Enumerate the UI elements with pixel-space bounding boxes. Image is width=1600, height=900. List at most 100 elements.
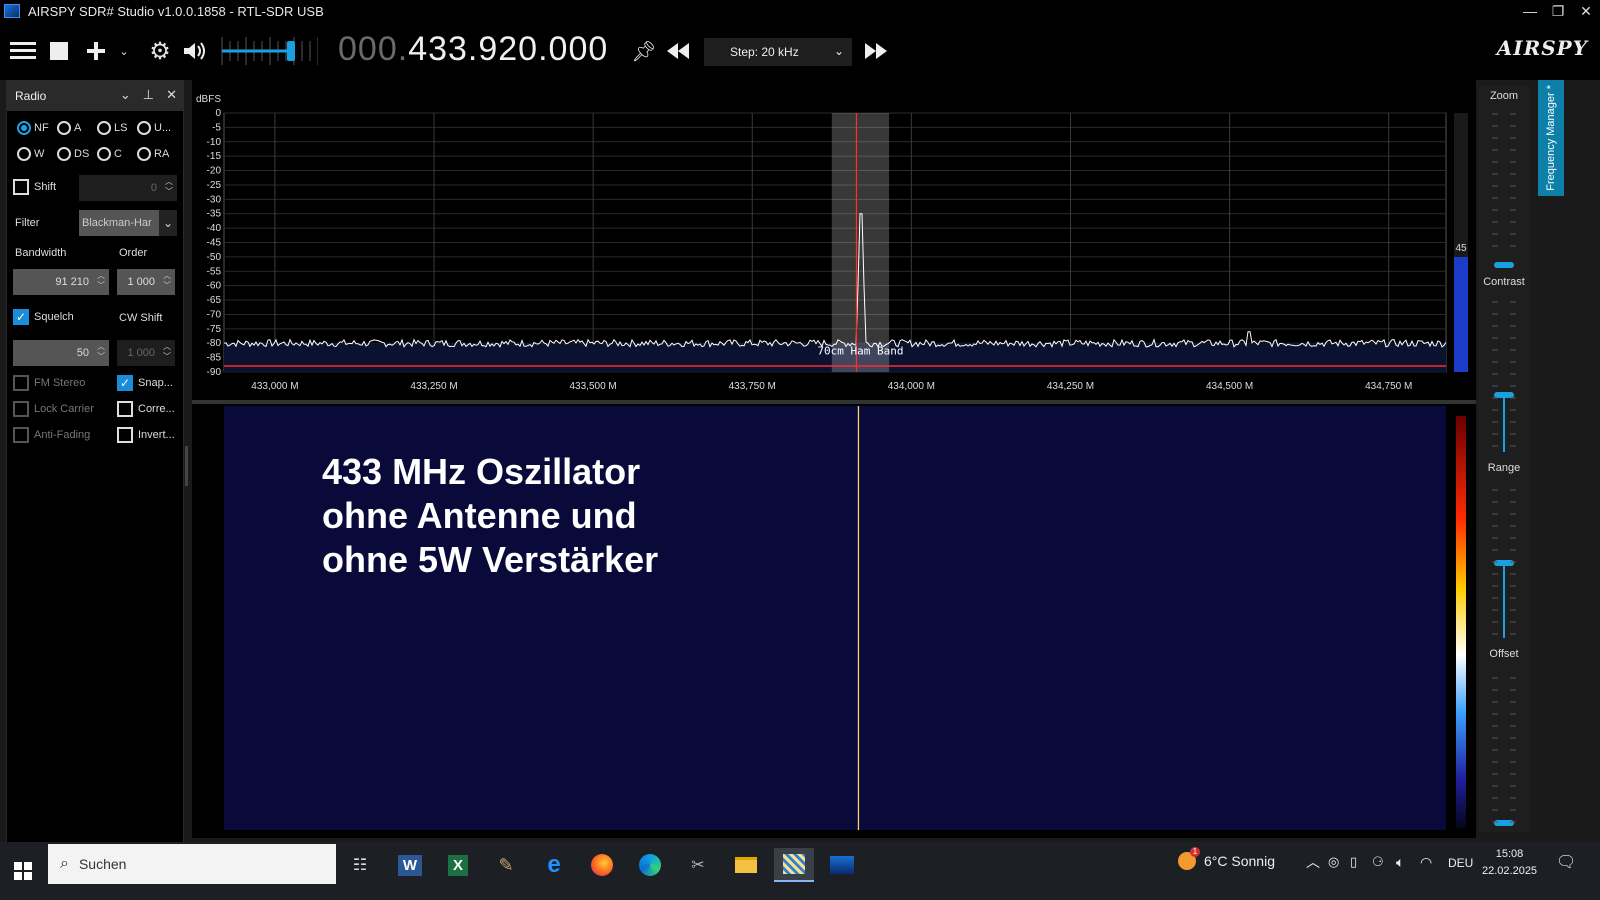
usb-icon[interactable]: ▯ (1350, 854, 1357, 870)
y-tick-label: -35 (207, 209, 222, 220)
panel-splitter[interactable] (185, 446, 188, 486)
spinner-arrows-icon: ︿ ﹀ (165, 177, 173, 196)
shift-input[interactable]: 0 ︿ ﹀ (79, 175, 177, 201)
annotation-line: ohne 5W Verstärker (322, 539, 659, 580)
x-tick-label: 433,000 M (251, 381, 298, 392)
checkbox-icon (117, 427, 133, 443)
add-dropdown-chevron-icon[interactable]: ⌄ (116, 22, 132, 80)
volume-slider[interactable] (218, 22, 318, 80)
hamburger-menu-icon[interactable] (8, 22, 38, 80)
airspy-taskbar-icon[interactable] (774, 848, 814, 882)
step-label: Step: 20 kHz (730, 45, 799, 59)
radio-panel-header: Radio ⌄ ⊥ ✕ (7, 81, 183, 111)
mode-usb[interactable]: U... (137, 121, 171, 135)
mode-lsb[interactable]: LS (97, 121, 127, 135)
language-indicator[interactable]: DEU (1448, 856, 1473, 870)
x-tick-label: 434,000 M (888, 381, 935, 392)
file-explorer-icon[interactable] (726, 848, 766, 882)
invert-checkbox[interactable]: Invert... (117, 427, 175, 443)
volume-icon[interactable]: 🔈︎ (1396, 854, 1404, 871)
order-input[interactable]: 1 000 ︿ ﹀ (117, 269, 175, 295)
squelch-checkbox[interactable]: ✓ Squelch (13, 309, 74, 325)
cw-shift-label: CW Shift (119, 312, 163, 324)
anti-fading-checkbox[interactable]: Anti-Fading (13, 427, 90, 443)
pin-icon[interactable]: ⊥ (143, 87, 154, 103)
chevron-down-icon: ⌄ (159, 210, 177, 236)
radio-button-icon (57, 147, 71, 161)
minimize-button[interactable]: — (1516, 0, 1544, 22)
clock-date: 22.02.2025 (1482, 865, 1538, 877)
spinner-arrows-icon: ︿ ﹀ (97, 342, 105, 361)
clock-time: 15:08 (1495, 848, 1524, 860)
search-placeholder: Suchen (78, 856, 127, 872)
correct-iq-checkbox[interactable]: Corre... (117, 401, 175, 417)
mode-raw[interactable]: RA (137, 147, 169, 161)
notification-icon[interactable]: 🗨︎ (1556, 852, 1576, 872)
checkmark-icon: ✓ (13, 309, 29, 325)
meet-now-icon[interactable]: ◎ (1328, 854, 1339, 870)
stop-icon[interactable] (46, 22, 72, 80)
spectrum-view[interactable]: 0 -5 -10 -15 -20 -25 -30 -35 -40 -45 -50 -55 -60 -65 -… (192, 80, 1476, 838)
taskbar-search[interactable]: ⌕ Suchen (48, 844, 336, 884)
excel-icon[interactable]: X (438, 848, 478, 882)
weather-widget[interactable]: 1 6°C Sonnig (1178, 847, 1275, 870)
y-tick-label: -70 (207, 309, 222, 320)
word-icon[interactable]: W (390, 848, 430, 882)
rewind-icon[interactable] (664, 22, 692, 80)
window-title: AIRSPY SDR# Studio v1.0.0.1858 - RTL-SDR… (28, 3, 324, 19)
add-icon[interactable] (84, 22, 108, 80)
chevron-up-icon[interactable]: ︿ (1306, 852, 1320, 872)
internet-explorer-icon[interactable]: e (534, 848, 574, 882)
snap-checkbox[interactable]: ✓ Snap... (117, 375, 173, 391)
close-button[interactable]: ✕ (1572, 0, 1600, 22)
fm-stereo-checkbox[interactable]: FM Stereo (13, 375, 85, 391)
frequency-display[interactable]: 000.433.920.000 (338, 30, 608, 69)
snipping-tool-icon[interactable]: ✂ (678, 848, 718, 882)
mode-nf[interactable]: NF (17, 121, 49, 135)
y-tick-label: -85 (207, 353, 222, 364)
chevron-down-icon: ⌄ (833, 44, 844, 58)
fast-forward-icon[interactable] (862, 22, 890, 80)
volume-thumb (287, 41, 295, 61)
mode-wfm[interactable]: W (17, 147, 44, 161)
firefox-icon[interactable] (582, 848, 622, 882)
maximize-button[interactable]: ❐ (1544, 0, 1572, 22)
network-icon[interactable]: ⚆ (1372, 854, 1384, 870)
filter-select[interactable]: Blackman-Har ⌄ (79, 210, 177, 236)
x-tick-label: 434,500 M (1206, 381, 1253, 392)
sdr-app-icon[interactable] (822, 848, 862, 882)
x-tick-label: 433,500 M (570, 381, 617, 392)
paint-tool-icon[interactable]: ✎ (486, 848, 526, 882)
shift-checkbox[interactable]: Shift (13, 179, 56, 195)
task-view-icon[interactable]: ☷ (340, 848, 380, 882)
y-tick-label: -75 (207, 324, 222, 335)
mode-am[interactable]: A (57, 121, 81, 135)
lock-carrier-checkbox[interactable]: Lock Carrier (13, 401, 94, 417)
level-value: 45 (1455, 243, 1467, 254)
gear-icon[interactable]: ⚙ (146, 22, 174, 80)
y-tick-label: -45 (207, 238, 222, 249)
checkbox-icon (13, 401, 29, 417)
weather-text: 6°C Sonnig (1204, 853, 1275, 869)
pin-icon[interactable]: 📌︎ (630, 22, 658, 80)
frequency-manager-tab[interactable]: Frequency Manager * (1538, 80, 1564, 196)
windows-start-icon[interactable] (0, 842, 46, 900)
clock[interactable]: 15:08 22.02.2025 (1482, 846, 1537, 880)
chevron-down-icon[interactable]: ⌄ (120, 87, 131, 103)
sun-icon: 1 (1178, 847, 1200, 870)
app-icon (4, 4, 20, 18)
speaker-icon[interactable] (180, 22, 210, 80)
close-icon[interactable]: ✕ (166, 87, 177, 103)
waterfall-annotation: 433 MHz Oszillator ohne Antenne und ohne… (322, 450, 658, 582)
bandwidth-input[interactable]: 91 210 ︿ ﹀ (13, 269, 109, 295)
wifi-icon[interactable]: ◠ (1420, 854, 1432, 871)
step-selector[interactable]: Step: 20 kHz ⌄ (704, 38, 852, 66)
radio-button-icon (17, 121, 31, 135)
squelch-input[interactable]: 50 ︿ ﹀ (13, 340, 109, 366)
toolbar: ⌄ ⚙ 000.433.920.000 📌︎ Step: 20 kHz ⌄ AI… (0, 22, 1600, 80)
cw-shift-input[interactable]: 1 000 ︿ ﹀ (117, 340, 175, 366)
edge-icon[interactable] (630, 848, 670, 882)
mode-dsb[interactable]: DS (57, 147, 89, 161)
mode-cw[interactable]: C (97, 147, 122, 161)
radio-panel: Radio ⌄ ⊥ ✕ NF A LS U... W DS C RA Shift… (6, 80, 184, 854)
